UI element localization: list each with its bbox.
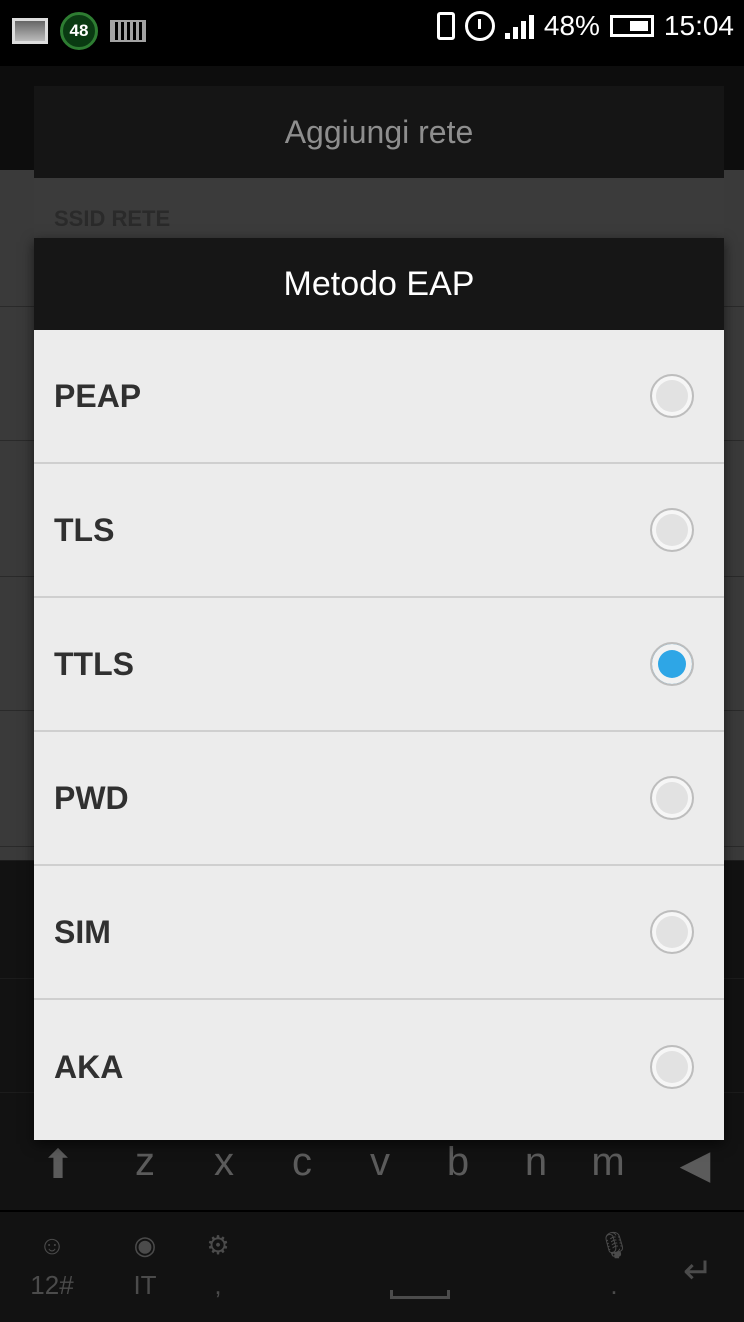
enter-icon[interactable]: ↵ (668, 1250, 728, 1292)
period-key[interactable]: . (584, 1270, 644, 1301)
key-m[interactable]: m (578, 1140, 638, 1185)
backspace-key[interactable]: ◀ (665, 1142, 725, 1188)
signal-icon (504, 13, 534, 39)
radio-button-unchecked-icon[interactable] (650, 508, 694, 552)
status-bar: 48 48% 15:04 (0, 0, 744, 66)
radio-button-unchecked-icon[interactable] (650, 910, 694, 954)
ssid-label: SSID RETE (54, 206, 171, 231)
keyboard-icon (110, 20, 146, 42)
key-x[interactable]: x (194, 1140, 254, 1185)
radio-button-unchecked-icon[interactable] (650, 374, 694, 418)
option-aka[interactable]: AKA (34, 1000, 724, 1134)
spacebar[interactable] (390, 1290, 450, 1299)
radio-button-unchecked-icon[interactable] (650, 1045, 694, 1089)
settings-gear-icon[interactable]: ⚙ (188, 1230, 248, 1261)
comma-key[interactable]: , (188, 1270, 248, 1301)
vibrate-icon (436, 12, 455, 40)
battery-percent: 48% (543, 10, 600, 41)
symbols-key-label[interactable]: 12# (22, 1270, 82, 1301)
battery-icon (609, 15, 654, 37)
microphone-icon[interactable]: 🎙 (584, 1230, 644, 1261)
alarm-icon (464, 11, 495, 41)
language-key-label[interactable]: IT (115, 1270, 175, 1301)
image-notification-icon (12, 18, 48, 44)
option-label: TLS (54, 511, 115, 548)
option-label: AKA (54, 1048, 124, 1085)
add-network-title: Aggiungi rete (34, 86, 724, 178)
option-label: PWD (54, 779, 129, 816)
option-label: PEAP (54, 377, 142, 414)
eap-dialog-title: Metodo EAP (34, 238, 724, 330)
key-n[interactable]: n (506, 1140, 566, 1185)
option-peap[interactable]: PEAP (34, 330, 724, 464)
radio-button-unchecked-icon[interactable] (650, 776, 694, 820)
option-ttls[interactable]: TTLS (34, 598, 724, 732)
radio-button-checked-icon[interactable] (650, 642, 694, 686)
globe-icon[interactable]: ◉ (115, 1230, 175, 1261)
notification-badge: 48 (60, 12, 98, 50)
key-v[interactable]: v (350, 1140, 410, 1185)
option-label: TTLS (54, 645, 134, 682)
option-tls[interactable]: TLS (34, 464, 724, 598)
option-label: SIM (54, 913, 111, 950)
clock: 15:04 (663, 10, 734, 41)
key-z[interactable]: z (115, 1140, 175, 1185)
emoji-icon[interactable]: ☺ (22, 1230, 82, 1261)
add-network-dialog: Aggiungi rete SSID RETE (34, 86, 724, 262)
option-sim[interactable]: SIM (34, 866, 724, 1000)
eap-method-dialog: Metodo EAP PEAP TLS TTLS PWD SIM AKA (34, 238, 724, 1140)
shift-key[interactable]: ⬆ (28, 1142, 88, 1188)
key-c[interactable]: c (272, 1140, 332, 1185)
key-b[interactable]: b (428, 1140, 488, 1185)
option-pwd[interactable]: PWD (34, 732, 724, 866)
